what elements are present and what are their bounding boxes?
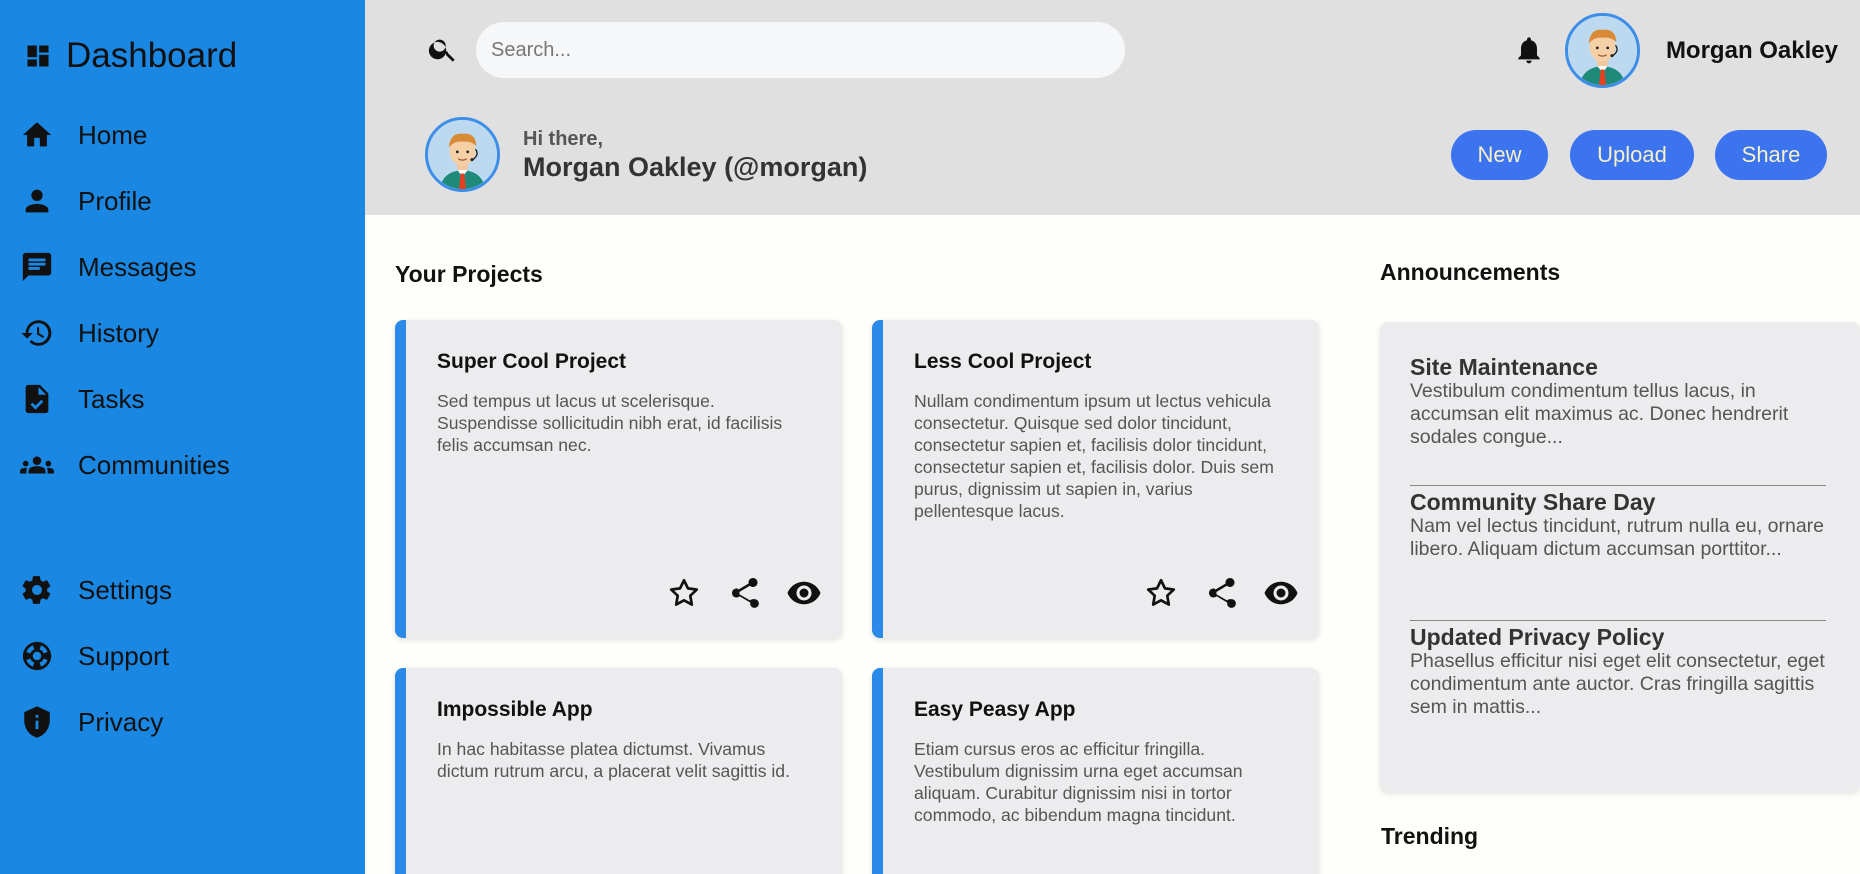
new-button[interactable]: New [1451, 130, 1548, 180]
sidebar-item-settings[interactable]: Settings [20, 570, 365, 610]
sidebar-item-messages[interactable]: Messages [20, 247, 365, 287]
gear-icon [22, 576, 51, 604]
announcement-body: Phasellus efficitur nisi eget elit conse… [1410, 650, 1825, 718]
projects-title: Your Projects [395, 261, 543, 287]
avatar[interactable] [1565, 13, 1640, 88]
sidebar-item-label: Profile [78, 185, 152, 216]
sidebar-item-support[interactable]: Support [20, 636, 365, 676]
announcement-body: Vestibulum condimentum tellus lacus, in … [1410, 380, 1789, 448]
home-icon [22, 122, 52, 147]
sidebar-item-history[interactable]: History [20, 313, 365, 353]
task-icon [25, 384, 49, 414]
announcement-title: Community Share Day [1410, 489, 1656, 515]
avatar-illustration [428, 120, 497, 189]
search-input[interactable] [476, 22, 1125, 78]
sidebar-item-label: Privacy [78, 706, 164, 737]
eye-icon[interactable] [1263, 575, 1299, 611]
announcement-body: Nam vel lectus tincidunt, rutrum nulla e… [1410, 515, 1825, 560]
lifebuoy-icon [22, 641, 52, 671]
announcement-item[interactable]: Community Share Day Nam vel lectus tinci… [1410, 489, 1826, 561]
sidebar-item-label: Home [78, 119, 148, 150]
top-header: Morgan Oakley Hi there, Morgan Oakley (@… [365, 0, 1860, 215]
sidebar-item-tasks[interactable]: Tasks [20, 379, 365, 419]
announcement-title: Site Maintenance [1410, 354, 1598, 380]
shield-icon [24, 706, 50, 738]
upload-button[interactable]: Upload [1570, 130, 1694, 180]
sidebar-item-label: Settings [78, 574, 172, 605]
project-card[interactable]: Impossible App In hac habitasse platea d… [395, 668, 842, 874]
star-icon[interactable] [666, 575, 702, 611]
brand-title: Dashboard [66, 36, 238, 75]
dashboard-icon [27, 45, 49, 67]
person-icon [25, 189, 49, 213]
sidebar-brand[interactable]: Dashboard [24, 36, 237, 76]
project-title: Less Cool Project [914, 350, 1092, 373]
announcement-title: Updated Privacy Policy [1410, 624, 1665, 650]
sidebar-item-communities[interactable]: Communities [20, 445, 365, 485]
divider [1410, 485, 1826, 486]
avatar-illustration [1568, 16, 1637, 85]
project-actions [666, 575, 822, 611]
project-title: Easy Peasy App [914, 698, 1076, 721]
announcement-item[interactable]: Site Maintenance Vestibulum condimentum … [1410, 354, 1826, 449]
greeting: Hi there, [523, 128, 604, 150]
user-name[interactable]: Morgan Oakley [1666, 37, 1838, 65]
sidebar-item-home[interactable]: Home [20, 115, 365, 155]
share-icon[interactable] [1203, 575, 1239, 611]
star-icon[interactable] [1143, 575, 1179, 611]
project-description: Nullam condimentum ipsum ut lectus vehic… [914, 391, 1274, 521]
project-title: Super Cool Project [437, 350, 627, 373]
sidebar-item-label: History [78, 317, 159, 348]
sidebar-item-label: Messages [78, 251, 197, 282]
project-card[interactable]: Super Cool Project Sed tempus ut lacus u… [395, 320, 842, 638]
share-button[interactable]: Share [1715, 130, 1827, 180]
trending-title: Trending [1381, 823, 1479, 849]
announcements-title: Announcements [1380, 259, 1561, 285]
sidebar: Dashboard Home Profile Messages History … [0, 0, 365, 874]
search-icon[interactable] [427, 33, 459, 65]
project-card[interactable]: Less Cool Project Nullam condimentum ips… [872, 320, 1319, 638]
announcement-item[interactable]: Updated Privacy Policy Phasellus efficit… [1410, 624, 1826, 719]
project-description: Etiam cursus eros ac efficitur fringilla… [914, 739, 1243, 825]
message-icon [22, 252, 52, 282]
profile-avatar [425, 117, 500, 192]
history-icon [21, 320, 52, 346]
user-handle: Morgan Oakley (@morgan) [523, 152, 868, 182]
project-card[interactable]: Easy Peasy App Etiam cursus eros ac effi… [872, 668, 1319, 874]
project-title: Impossible App [437, 698, 593, 721]
project-description: In hac habitasse platea dictumst. Vivamu… [437, 739, 790, 781]
bell-icon[interactable] [1513, 33, 1545, 67]
divider [1410, 620, 1826, 621]
sidebar-item-profile[interactable]: Profile [20, 181, 365, 221]
sidebar-item-privacy[interactable]: Privacy [20, 702, 365, 742]
sidebar-item-label: Communities [78, 449, 230, 480]
share-icon[interactable] [726, 575, 762, 611]
sidebar-item-label: Tasks [78, 383, 145, 414]
sidebar-item-label: Support [78, 640, 170, 671]
project-description: Sed tempus ut lacus ut scelerisque. Susp… [437, 391, 783, 455]
announcements-panel: Site Maintenance Vestibulum condimentum … [1380, 322, 1860, 792]
eye-icon[interactable] [786, 575, 822, 611]
project-actions [1143, 575, 1299, 611]
groups-icon [20, 456, 54, 474]
